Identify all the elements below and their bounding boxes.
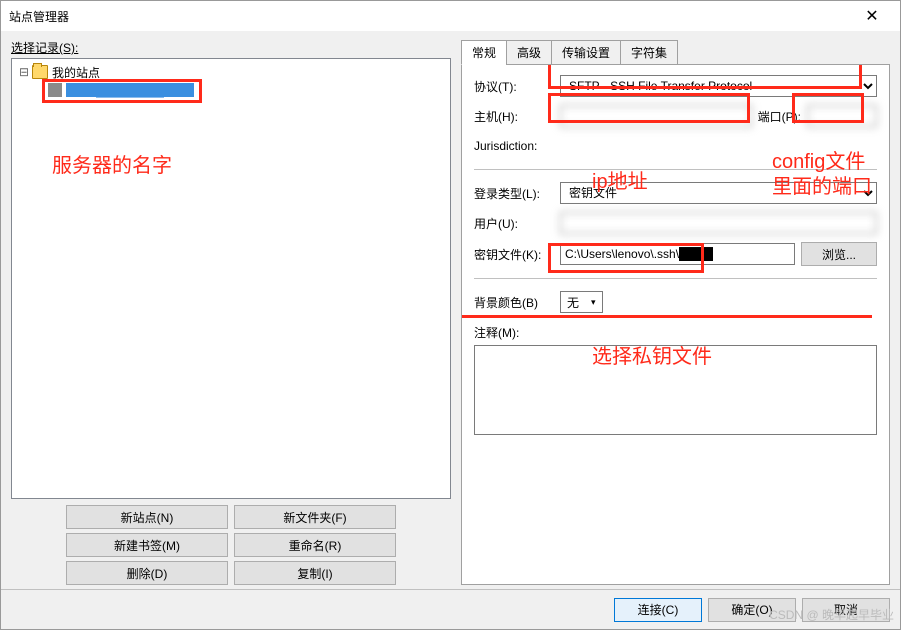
keyfile-label: 密钥文件(K): (474, 246, 554, 263)
logon-type-label: 登录类型(L): (474, 185, 554, 202)
connect-button[interactable]: 连接(C) (614, 598, 702, 622)
user-input[interactable] (560, 212, 877, 234)
cancel-button[interactable]: 取消 (802, 598, 890, 622)
tree-root-label[interactable]: 我的站点 (52, 64, 100, 81)
port-input[interactable] (807, 105, 877, 127)
jurisdiction-label: Jurisdiction: (474, 139, 537, 153)
divider (474, 169, 877, 170)
annotation-underline-keyfile (462, 315, 872, 318)
server-icon (48, 83, 62, 97)
tab-transfer[interactable]: 传输设置 (551, 40, 621, 65)
chevron-down-icon: ▾ (585, 297, 602, 308)
keyfile-input[interactable] (560, 243, 795, 265)
new-site-button[interactable]: 新站点(N) (66, 505, 228, 529)
comment-textarea[interactable] (474, 345, 877, 435)
tab-general[interactable]: 常规 (461, 40, 507, 65)
comment-label: 注释(M): (474, 324, 554, 341)
host-label: 主机(H): (474, 108, 554, 125)
folder-icon (32, 65, 48, 79)
window-title: 站点管理器 (9, 8, 69, 25)
tab-advanced[interactable]: 高级 (506, 40, 552, 65)
bgcolor-label: 背景颜色(B) (474, 294, 554, 311)
protocol-label: 协议(T): (474, 78, 554, 95)
site-tree[interactable]: ⊟ 我的站点 ████████ 服务器的名字 (11, 58, 451, 499)
new-folder-button[interactable]: 新文件夹(F) (234, 505, 396, 529)
host-input[interactable] (560, 105, 752, 127)
delete-button[interactable]: 删除(D) (66, 561, 228, 585)
logon-type-select[interactable]: 密钥文件 (560, 182, 877, 204)
copy-button[interactable]: 复制(I) (234, 561, 396, 585)
annotation-server-name: 服务器的名字 (52, 149, 172, 178)
divider-2 (474, 278, 877, 279)
tab-row: 常规 高级 传输设置 字符集 (461, 40, 890, 65)
user-label: 用户(U): (474, 215, 554, 232)
port-label: 端口(P): (758, 108, 801, 125)
select-record-label: 选择记录(S): (11, 39, 451, 56)
close-icon[interactable]: ✕ (852, 6, 892, 26)
protocol-select[interactable]: SFTP - SSH File Transfer Protocol (560, 75, 877, 97)
browse-button[interactable]: 浏览... (801, 242, 877, 266)
tree-expander-icon[interactable]: ⊟ (16, 65, 32, 79)
new-bookmark-button[interactable]: 新建书签(M) (66, 533, 228, 557)
rename-button[interactable]: 重命名(R) (234, 533, 396, 557)
ok-button[interactable]: 确定(O) (708, 598, 796, 622)
tree-site-label[interactable]: ████████ (66, 83, 194, 97)
tab-charset[interactable]: 字符集 (620, 40, 678, 65)
bgcolor-select[interactable]: 无▾ (560, 291, 603, 313)
